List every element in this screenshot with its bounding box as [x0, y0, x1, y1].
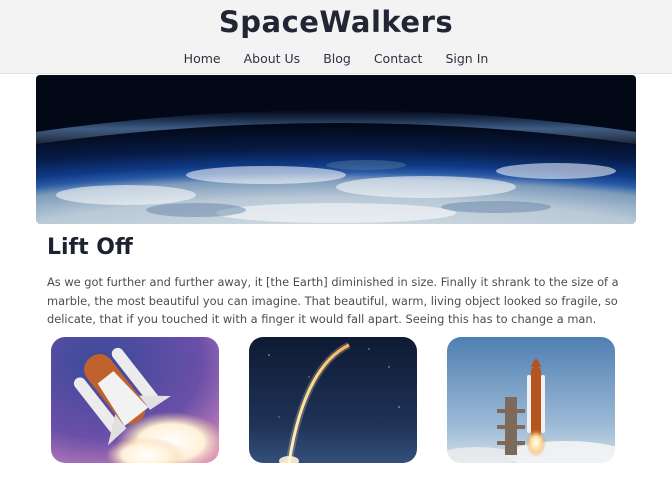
hero-image	[36, 75, 636, 224]
nav-contact[interactable]: Contact	[362, 51, 434, 66]
article-body: As we got further and further away, it […	[47, 275, 619, 326]
nav-home[interactable]: Home	[172, 51, 232, 66]
site-header: SpaceWalkers Home About Us Blog Contact …	[0, 0, 672, 74]
nav-sign-in[interactable]: Sign In	[434, 51, 500, 66]
launch-pad-illustration	[447, 337, 615, 463]
shuttle-ascent-illustration	[51, 337, 219, 463]
rocket-trail-illustration	[249, 337, 417, 463]
site-logo[interactable]: SpaceWalkers	[0, 5, 672, 39]
nav-about-us[interactable]: About Us	[232, 51, 312, 66]
gallery-image-shuttle-ascent[interactable]	[51, 337, 219, 463]
nav-blog[interactable]: Blog	[312, 51, 363, 66]
article-title: Lift Off	[47, 235, 133, 260]
main-nav: Home About Us Blog Contact Sign In	[0, 51, 672, 66]
gallery-image-rocket-trail[interactable]	[249, 337, 417, 463]
gallery-image-launch-pad[interactable]	[447, 337, 615, 463]
earth-horizon-illustration	[36, 110, 636, 223]
